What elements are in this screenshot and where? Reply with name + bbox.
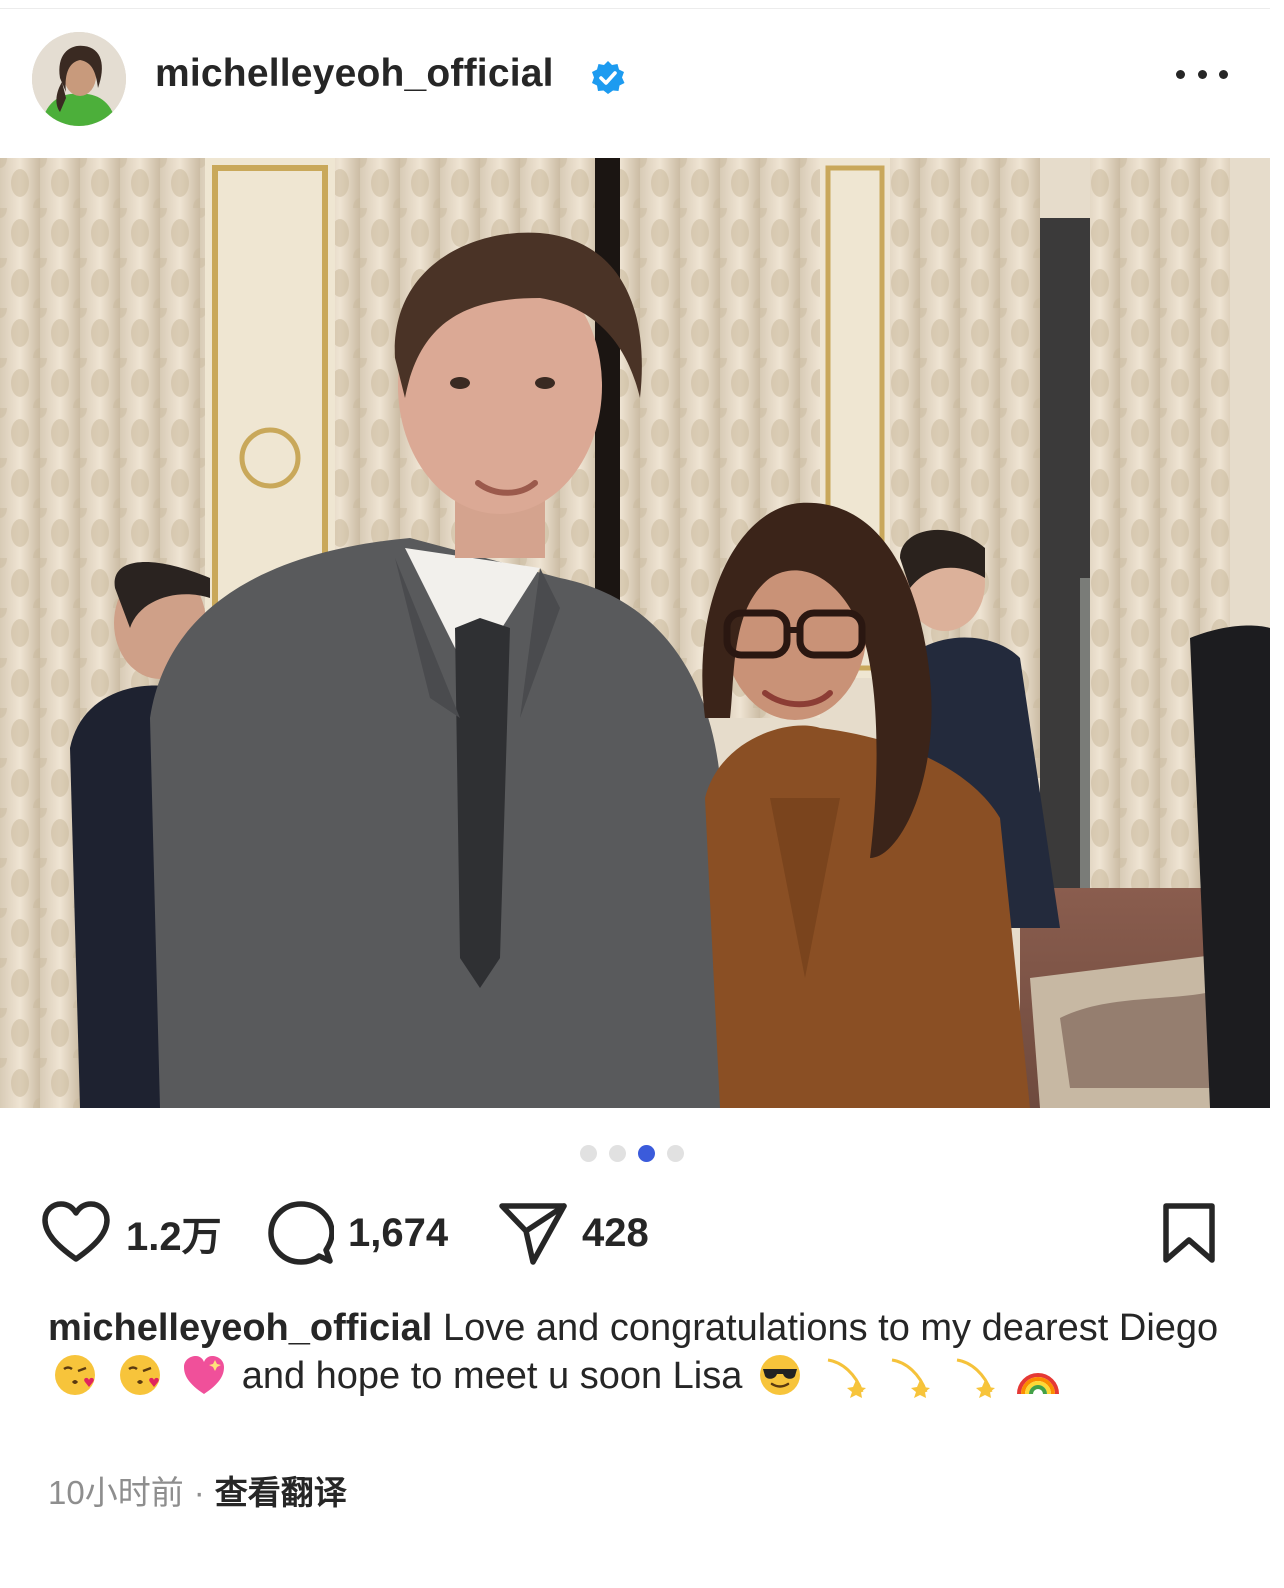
post-meta: 10小时前 · 查看翻译 xyxy=(48,1466,347,1514)
divider xyxy=(0,8,1270,9)
sunglasses-face-icon xyxy=(759,1355,800,1395)
dizzy-star-icon xyxy=(827,1358,866,1398)
shares-count: 428 xyxy=(582,1210,649,1255)
carousel-dot[interactable] xyxy=(667,1145,684,1162)
post-caption: michelleyeoh_official Love and congratul… xyxy=(48,1304,1238,1400)
dot xyxy=(1197,69,1207,79)
bookmark-icon[interactable] xyxy=(1158,1202,1220,1264)
caption-text: Love and congratulations to my dearest D… xyxy=(442,1307,1219,1349)
translate-link[interactable]: 查看翻译 xyxy=(215,1474,347,1511)
post-header: michelleyeoh_official xyxy=(0,24,1270,134)
avatar[interactable] xyxy=(32,32,126,126)
like-button[interactable]: 1.2万 xyxy=(40,1198,222,1268)
post-time: 10小时前 xyxy=(48,1474,184,1511)
dizzy-star-icon xyxy=(956,1358,995,1398)
carousel-indicator[interactable] xyxy=(580,1145,684,1162)
more-options-icon[interactable] xyxy=(1176,60,1228,88)
comment-icon xyxy=(268,1201,334,1265)
caption-text: and hope to meet u soon Lisa xyxy=(241,1355,743,1397)
dot xyxy=(1219,69,1228,79)
send-icon xyxy=(499,1203,567,1265)
kissing-face-icon xyxy=(119,1355,160,1395)
likes-count: 1.2万 xyxy=(126,1215,222,1259)
share-button[interactable]: 428 xyxy=(498,1198,649,1268)
carousel-dot[interactable] xyxy=(609,1145,626,1162)
carousel-dot[interactable] xyxy=(580,1145,597,1162)
dot xyxy=(1176,69,1185,79)
comment-button[interactable]: 1,674 xyxy=(268,1198,448,1268)
dizzy-star-icon xyxy=(891,1358,931,1398)
carousel-dot-active[interactable] xyxy=(638,1145,655,1162)
meta-separator: · xyxy=(193,1474,205,1511)
action-bar: 1.2万 1,674 428 xyxy=(40,1198,1240,1268)
kissing-face-icon xyxy=(55,1355,95,1395)
caption-username[interactable]: michelleyeoh_official xyxy=(48,1307,432,1349)
instagram-post: michelleyeoh_official 1.2万 1,674 428 mic… xyxy=(0,0,1270,1588)
rainbow-icon xyxy=(1017,1373,1060,1395)
sparkling-heart-icon xyxy=(184,1356,225,1394)
heart-icon xyxy=(42,1201,110,1262)
header-username[interactable]: michelleyeoh_official xyxy=(155,52,554,96)
post-photo[interactable] xyxy=(0,158,1270,1108)
verified-badge-icon xyxy=(592,61,625,94)
comments-count: 1,674 xyxy=(348,1210,449,1255)
